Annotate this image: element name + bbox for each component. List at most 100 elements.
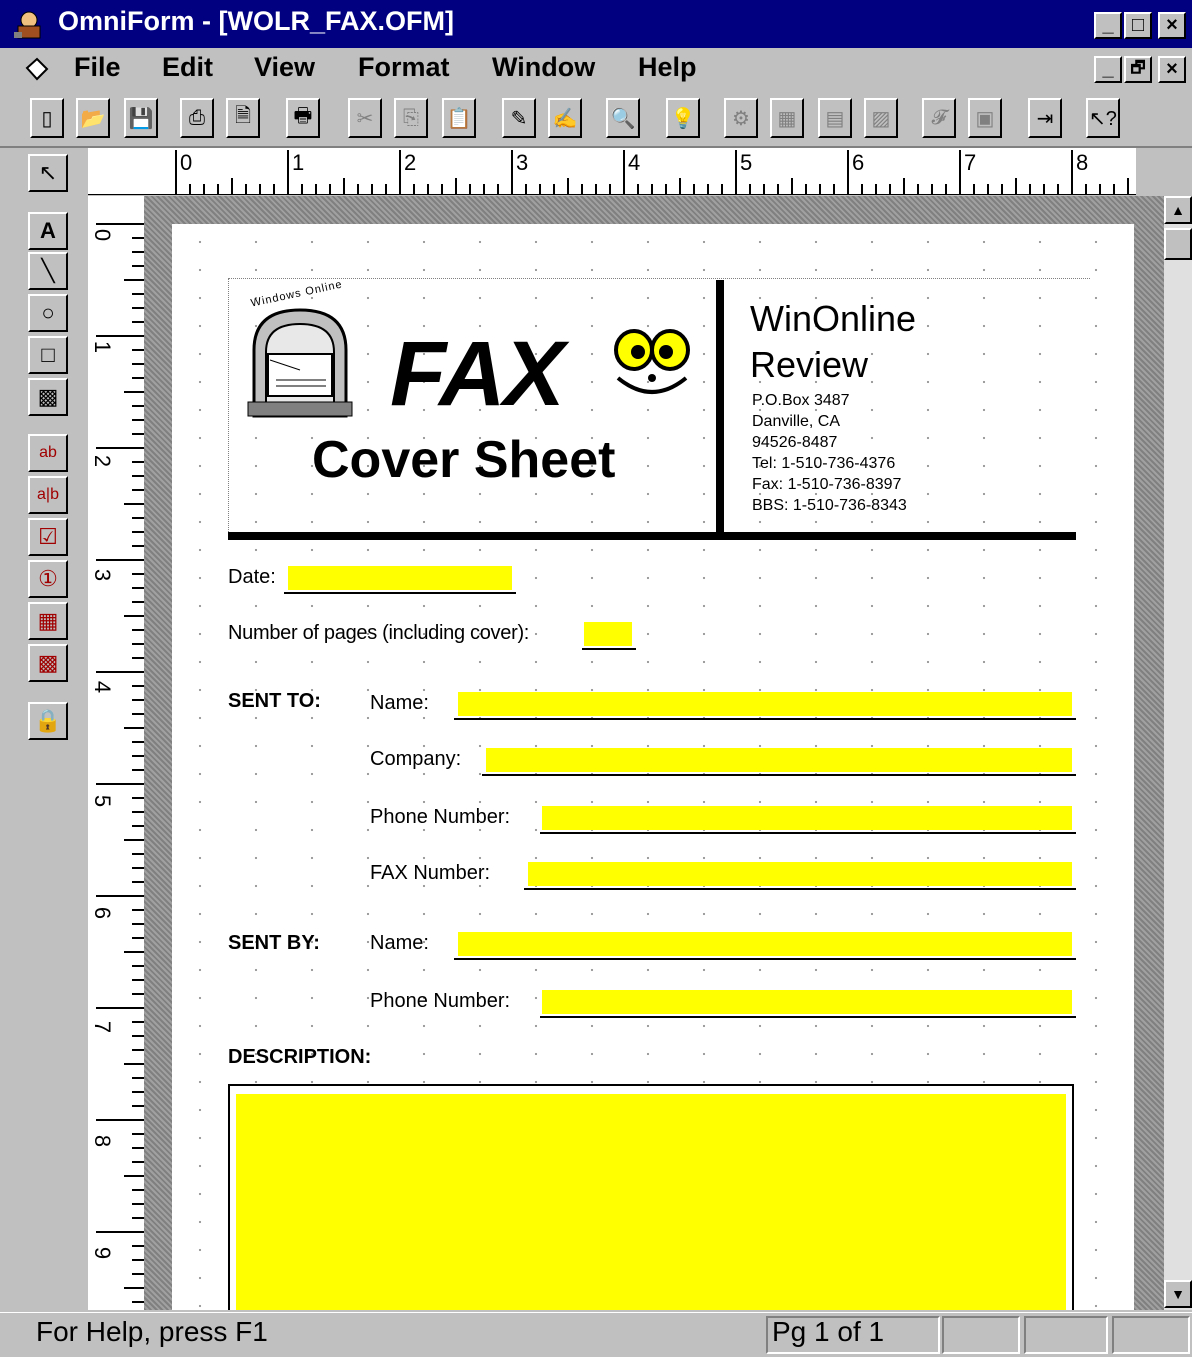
vruler-label: 5 — [90, 794, 116, 808]
scroll-down-button[interactable]: ▼ — [1164, 1280, 1192, 1308]
recognize-icon[interactable]: 🗎 — [226, 98, 260, 138]
address-line: BBS: 1-510-736-8343 — [752, 497, 907, 514]
doc-restore-button[interactable]: 🗗 — [1124, 56, 1152, 83]
edit-form-icon[interactable]: ✎ — [502, 98, 536, 138]
fill-form-icon[interactable]: ✍ — [548, 98, 582, 138]
hruler-label: 3 — [516, 150, 529, 175]
header-vertical-divider — [716, 280, 724, 532]
windows-online-logo[interactable] — [240, 290, 360, 420]
lightbulb-icon[interactable]: 💡 — [666, 98, 700, 138]
fax-title: FAX — [390, 323, 565, 425]
vruler-label: 9 — [90, 1246, 116, 1260]
formula-icon[interactable]: 𝓕 — [922, 98, 956, 138]
lock-icon[interactable]: 🔒 — [28, 702, 68, 740]
select-arrow-icon[interactable]: ↖ — [28, 154, 68, 192]
table-icon[interactable]: ▦ — [770, 98, 804, 138]
menu-window[interactable]: Window — [492, 52, 595, 83]
field-tool-icon[interactable]: ab — [28, 434, 68, 472]
checkbox-tool-icon[interactable]: ☑ — [28, 518, 68, 556]
vruler-label: 0 — [90, 228, 116, 242]
sent-by-name-label: Name: — [370, 932, 429, 954]
doc-minimize-button[interactable]: _ — [1094, 56, 1122, 83]
sent-by-name-underline — [454, 958, 1076, 960]
horizontal-ruler-ticks — [175, 150, 1129, 194]
company-underline — [482, 774, 1076, 776]
cut-icon[interactable]: ✂ — [348, 98, 382, 138]
line-tool-icon[interactable]: ╲ — [28, 252, 68, 290]
vruler-label: 1 — [90, 340, 116, 354]
settings-icon[interactable]: ⚙ — [724, 98, 758, 138]
menu-edit[interactable]: Edit — [162, 52, 213, 83]
logo-graphic — [247, 308, 353, 418]
menu-help[interactable]: Help — [638, 52, 697, 83]
zoom-icon[interactable]: 🔍 — [606, 98, 640, 138]
rectangle-tool-icon[interactable]: □ — [28, 336, 68, 374]
form-view-icon[interactable]: ▣ — [968, 98, 1002, 138]
date-label: Date: — [228, 566, 276, 588]
date-underline — [284, 592, 516, 594]
radio-tool-icon[interactable]: ① — [28, 560, 68, 598]
address-line: 94526-8487 — [752, 434, 838, 451]
calculator-icon[interactable]: ▤ — [818, 98, 852, 138]
scroll-up-button[interactable]: ▲ — [1164, 196, 1192, 224]
hruler-label: 1 — [292, 150, 305, 175]
window-title: OmniForm - [WOLR_FAX.OFM] — [58, 6, 454, 36]
company-field[interactable] — [486, 748, 1072, 772]
description-field[interactable] — [236, 1094, 1066, 1310]
sent-by-label: SENT BY: — [228, 932, 320, 954]
vruler-label: 3 — [90, 568, 116, 582]
sent-to-name-label: Name: — [370, 692, 429, 714]
vertical-scrollbar[interactable] — [1164, 196, 1192, 1310]
sent-to-phone-field[interactable] — [542, 806, 1072, 830]
document-control-icon[interactable] — [24, 56, 50, 82]
hruler-label: 8 — [1076, 150, 1089, 175]
new-document-icon[interactable]: ▯ — [30, 98, 64, 138]
pages-underline — [582, 648, 636, 650]
company-label: Company: — [370, 748, 462, 770]
horizontal-ruler — [88, 148, 1136, 195]
menu-file[interactable]: File — [74, 52, 121, 83]
sent-by-name-field[interactable] — [458, 932, 1072, 956]
menu-format[interactable]: Format — [358, 52, 450, 83]
company-name-line2: Review — [750, 344, 869, 385]
pages-label: Number of pages (including cover): — [228, 622, 530, 644]
vruler-label: 8 — [90, 1134, 116, 1148]
open-folder-icon[interactable]: 📂 — [76, 98, 110, 138]
date-field[interactable] — [288, 566, 512, 590]
image-tool-icon[interactable]: ▩ — [28, 378, 68, 416]
context-help-icon[interactable]: ↖? — [1086, 98, 1120, 138]
scan-icon[interactable]: ⎙ — [180, 98, 214, 138]
ellipse-tool-icon[interactable]: ○ — [28, 294, 68, 332]
hruler-label: 2 — [404, 150, 417, 175]
save-icon[interactable]: 💾 — [124, 98, 158, 138]
cover-sheet-title: Cover Sheet — [312, 431, 616, 489]
sent-to-name-field[interactable] — [458, 692, 1072, 716]
doc-close-button[interactable]: × — [1158, 56, 1186, 83]
close-button[interactable]: × — [1158, 12, 1186, 39]
scroll-thumb[interactable] — [1164, 228, 1192, 260]
print-icon[interactable]: 🖶 — [286, 98, 320, 138]
maximize-button[interactable]: □ — [1124, 12, 1152, 39]
tab-order-icon[interactable]: ⇥ — [1028, 98, 1062, 138]
layout-icon[interactable]: ▨ — [864, 98, 898, 138]
copy-icon[interactable]: ⎘ — [394, 98, 428, 138]
pages-field[interactable] — [584, 622, 632, 646]
minimize-button[interactable]: _ — [1094, 12, 1122, 39]
header-horizontal-divider — [228, 532, 1076, 540]
sent-to-phone-underline — [540, 832, 1076, 834]
menu-view[interactable]: View — [254, 52, 315, 83]
sent-to-name-underline — [454, 718, 1076, 720]
hruler-label: 4 — [628, 150, 641, 175]
sent-by-phone-field[interactable] — [542, 990, 1072, 1014]
text-tool-icon[interactable]: A — [28, 212, 68, 250]
signature-tool-icon[interactable]: ▩ — [28, 644, 68, 682]
fax-number-field[interactable] — [528, 862, 1072, 886]
toolbar — [0, 92, 1192, 148]
status-help-text: For Help, press F1 — [36, 1316, 268, 1347]
table-tool-icon[interactable]: ▦ — [28, 602, 68, 640]
omniform-app-icon[interactable] — [12, 10, 46, 40]
vruler-label: 6 — [90, 906, 116, 920]
address-line: P.O.Box 3487 — [752, 392, 850, 409]
paste-icon[interactable]: 📋 — [442, 98, 476, 138]
comb-field-tool-icon[interactable]: a|b — [28, 476, 68, 514]
